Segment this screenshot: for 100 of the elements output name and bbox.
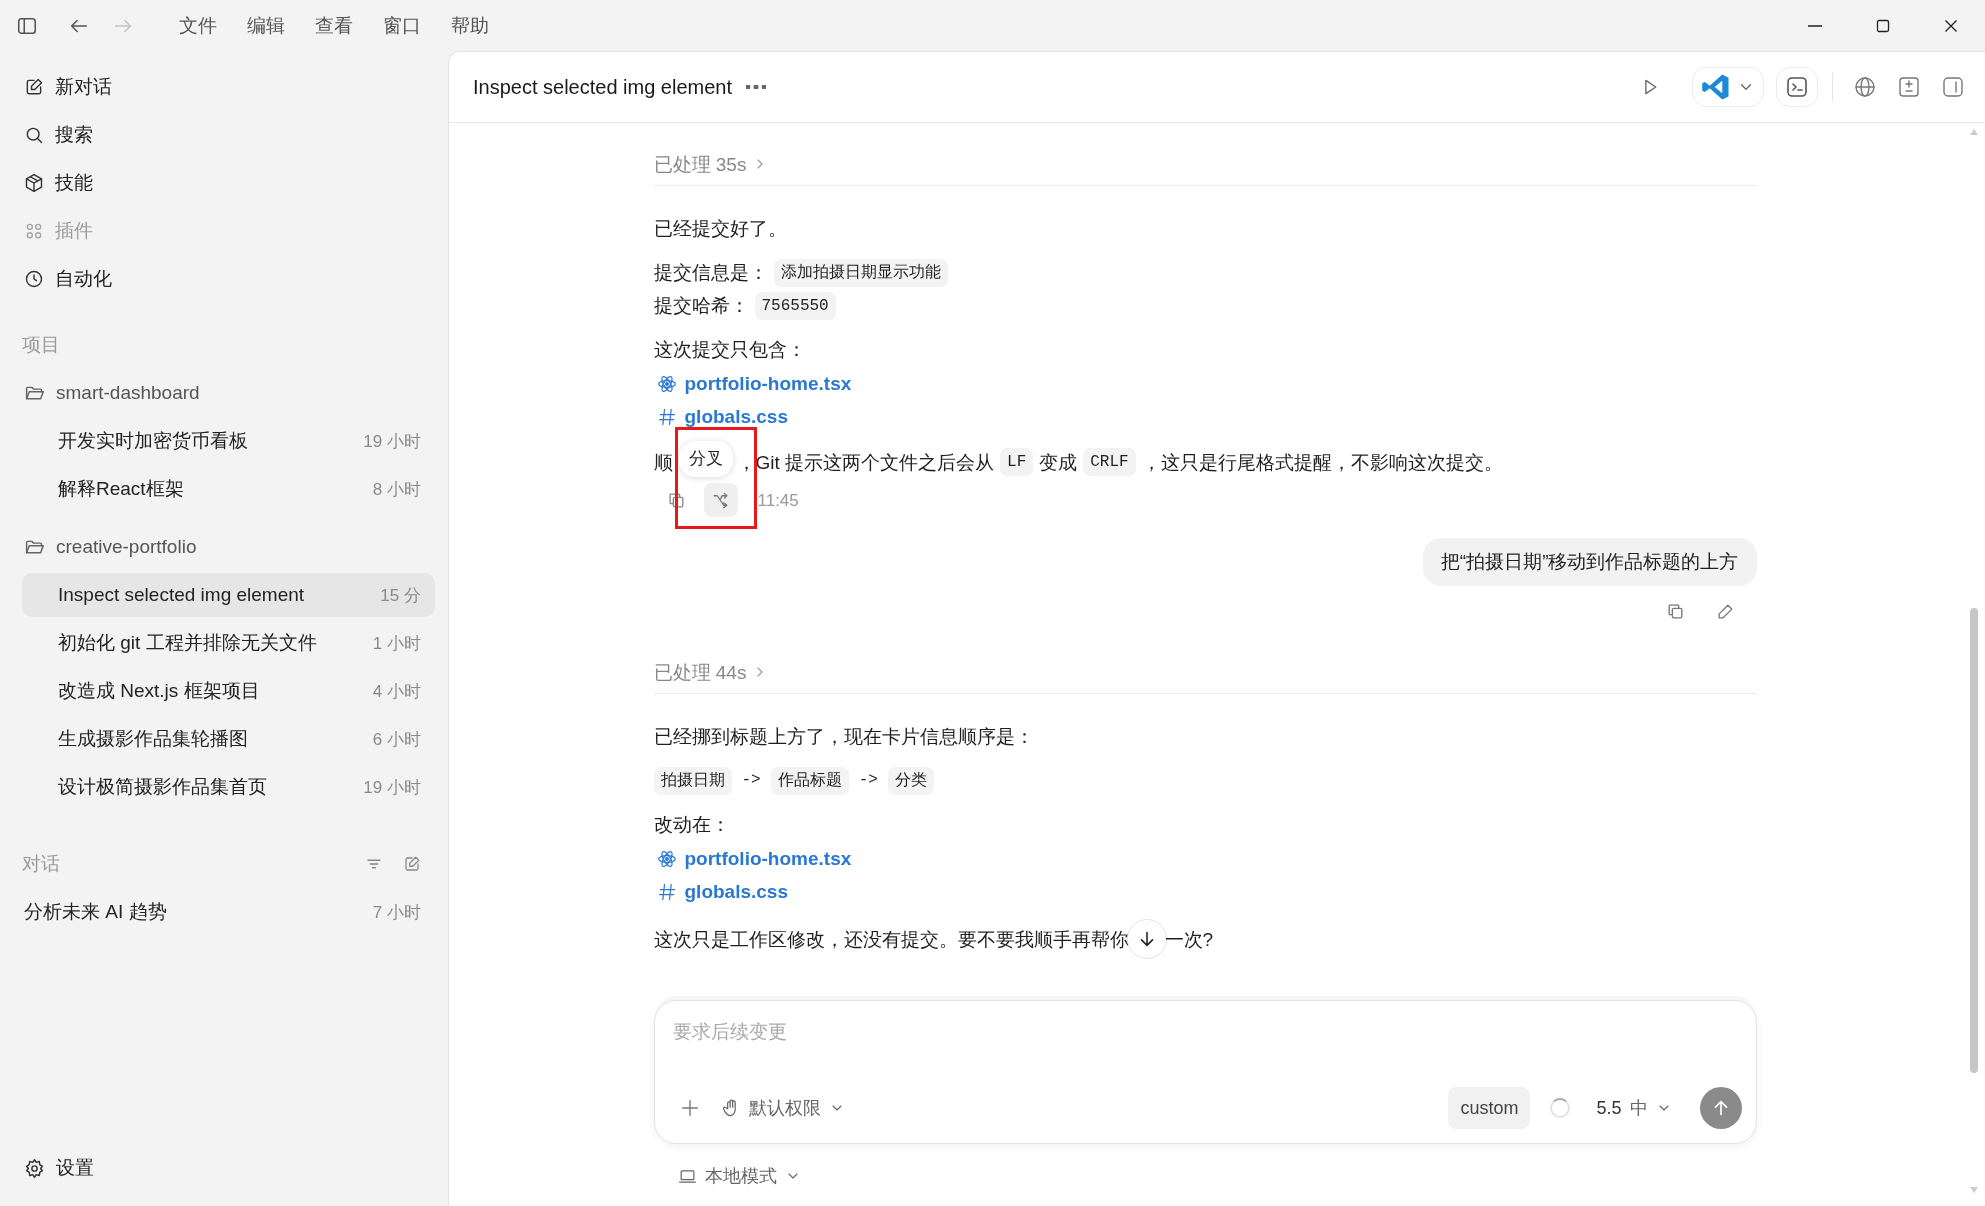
chat-title: 改造成 Next.js 框架项目 bbox=[58, 679, 260, 703]
code-chip: CRLF bbox=[1083, 448, 1136, 476]
menu-item[interactable]: 编辑 bbox=[232, 6, 300, 45]
project-item[interactable]: creative-portfolio bbox=[22, 523, 435, 571]
chat-title: 初始化 git 工程并排除无关文件 bbox=[58, 631, 317, 655]
atom-icon bbox=[656, 373, 677, 394]
project-item[interactable]: smart-dashboard bbox=[22, 369, 435, 417]
chat-title: 生成摄影作品集轮播图 bbox=[58, 727, 248, 751]
grid-icon bbox=[24, 221, 44, 241]
chat-title: 解释React框架 bbox=[58, 477, 184, 501]
project-name: smart-dashboard bbox=[56, 382, 200, 404]
processed-toggle[interactable]: 已处理 35s bbox=[653, 147, 769, 181]
send-button[interactable] bbox=[1699, 1087, 1742, 1129]
message-text: 顺 bbox=[653, 450, 673, 475]
chat-item[interactable]: 设计极简摄影作品集首页 19 小时 bbox=[22, 765, 435, 809]
menu-item[interactable]: 帮助 bbox=[436, 6, 504, 45]
edit-icon bbox=[24, 77, 44, 97]
mode-selector[interactable]: 本地模式 bbox=[671, 1160, 807, 1192]
message-input[interactable]: 要求后续变更 bbox=[672, 1021, 1742, 1043]
chat-time: 1 小时 bbox=[372, 632, 421, 655]
chat-time: 7 小时 bbox=[372, 901, 421, 924]
processed-toggle[interactable]: 已处理 44s bbox=[653, 655, 769, 689]
copy-icon bbox=[1666, 601, 1685, 621]
message-text: 已经提交好了。 bbox=[653, 217, 787, 241]
side-panel-icon bbox=[1941, 75, 1965, 99]
code-chip: 作品标题 bbox=[770, 766, 849, 795]
section-label: 项目 bbox=[22, 333, 60, 357]
settings-button[interactable]: 设置 bbox=[22, 1144, 435, 1192]
file-link[interactable]: globals.css bbox=[684, 875, 788, 908]
arrow-text: -> bbox=[741, 770, 761, 791]
message-text: 提交信息是： bbox=[653, 261, 768, 285]
chat-item[interactable]: 改造成 Next.js 框架项目 4 小时 bbox=[22, 669, 435, 713]
project-name: creative-portfolio bbox=[56, 536, 197, 558]
chat-item[interactable]: 解释React框架 8 小时 bbox=[22, 467, 435, 511]
file-link[interactable]: globals.css bbox=[684, 400, 788, 433]
nav-item[interactable]: 新对话 bbox=[22, 63, 435, 111]
chat-title: Inspect selected img element bbox=[58, 584, 305, 606]
open-in-editor-button[interactable] bbox=[1692, 67, 1764, 107]
more-icon bbox=[746, 85, 767, 89]
loading-spinner bbox=[1550, 1098, 1571, 1118]
chat-time: 6 小时 bbox=[372, 728, 421, 751]
chat-item[interactable]: Inspect selected img element 15 分 bbox=[22, 573, 435, 617]
hash-icon bbox=[656, 881, 677, 902]
cube-icon bbox=[24, 173, 44, 193]
code-chip: 分类 bbox=[887, 766, 934, 795]
chat-time: 4 小时 bbox=[372, 680, 421, 703]
section-label: 对话 bbox=[22, 852, 60, 876]
diff-icon bbox=[1897, 75, 1921, 99]
message-text: 这次提交只包含： bbox=[653, 338, 806, 362]
message-text: 一次? bbox=[1164, 927, 1214, 952]
message-text: 这次只是工作区修改，还没有提交。要不要我顺手再帮你 bbox=[653, 927, 1129, 952]
chat-title: 设计极简摄影作品集首页 bbox=[58, 775, 267, 799]
code-chip: 拍摄日期 bbox=[653, 766, 732, 795]
settings-icon bbox=[24, 1157, 45, 1179]
nav-item[interactable]: 技能 bbox=[22, 159, 435, 207]
file-link[interactable]: portfolio-home.tsx bbox=[684, 842, 852, 875]
message-text: ，Git 提示这两个文件之后会从 bbox=[736, 450, 995, 475]
terminal-button[interactable] bbox=[1776, 67, 1818, 107]
menu-item[interactable]: 查看 bbox=[300, 6, 368, 45]
file-link[interactable]: portfolio-home.tsx bbox=[684, 367, 852, 400]
nav-item[interactable]: 自动化 bbox=[22, 255, 435, 303]
chat-time: 8 小时 bbox=[372, 478, 421, 501]
close-icon bbox=[1943, 17, 1959, 34]
message-text: ，这只是行尾格式提醒，不影响这次提交。 bbox=[1141, 450, 1503, 475]
chat-time: 15 分 bbox=[380, 584, 421, 607]
message-text: 提交哈希： bbox=[653, 294, 749, 318]
message-text: 变成 bbox=[1039, 450, 1078, 475]
chat-item[interactable]: 开发实时加密货币看板 19 小时 bbox=[22, 419, 435, 463]
clock-icon bbox=[24, 269, 44, 289]
message-time: 11:45 bbox=[757, 489, 799, 512]
menu-item[interactable]: 文件 bbox=[164, 6, 232, 45]
chat-title: 开发实时加密货币看板 bbox=[58, 429, 248, 453]
editor-logo-icon bbox=[1701, 72, 1731, 102]
chat-item[interactable]: 初始化 git 工程并排除无关文件 1 小时 bbox=[22, 621, 435, 665]
arrow-text: -> bbox=[858, 770, 878, 791]
code-chip: 7565550 bbox=[754, 291, 836, 320]
search-icon bbox=[24, 125, 44, 145]
terminal-icon bbox=[1785, 75, 1809, 99]
model-selector[interactable]: 5.5 中 bbox=[1590, 1092, 1678, 1124]
message-text: 改动在： bbox=[653, 813, 730, 837]
atom-icon bbox=[656, 848, 677, 869]
chat-time: 19 小时 bbox=[363, 776, 421, 799]
chat-item[interactable]: 分析未来 AI 趋势 7 小时 bbox=[22, 890, 435, 934]
tooltip: 分叉 bbox=[678, 441, 733, 477]
chat-item[interactable]: 生成摄影作品集轮播图 6 小时 bbox=[22, 717, 435, 761]
code-chip: LF bbox=[1000, 448, 1034, 476]
maximize-icon bbox=[1875, 17, 1891, 34]
copy-icon bbox=[667, 490, 686, 510]
hash-icon bbox=[656, 406, 677, 427]
chat-time: 19 小时 bbox=[363, 430, 421, 453]
permission-selector[interactable]: 默认权限 bbox=[714, 1092, 851, 1124]
edit-icon bbox=[403, 855, 421, 873]
chat-title: 分析未来 AI 趋势 bbox=[24, 900, 167, 924]
user-message: 把“拍摄日期”移动到作品标题的上方 bbox=[1422, 538, 1757, 586]
fork-button[interactable] bbox=[703, 483, 738, 517]
menu-item[interactable]: 窗口 bbox=[368, 6, 436, 45]
model-tag[interactable]: custom bbox=[1448, 1087, 1531, 1129]
minimize-icon bbox=[1808, 24, 1822, 27]
code-chip: 添加拍摄日期显示功能 bbox=[773, 258, 948, 287]
nav-item[interactable]: 搜索 bbox=[22, 111, 435, 159]
